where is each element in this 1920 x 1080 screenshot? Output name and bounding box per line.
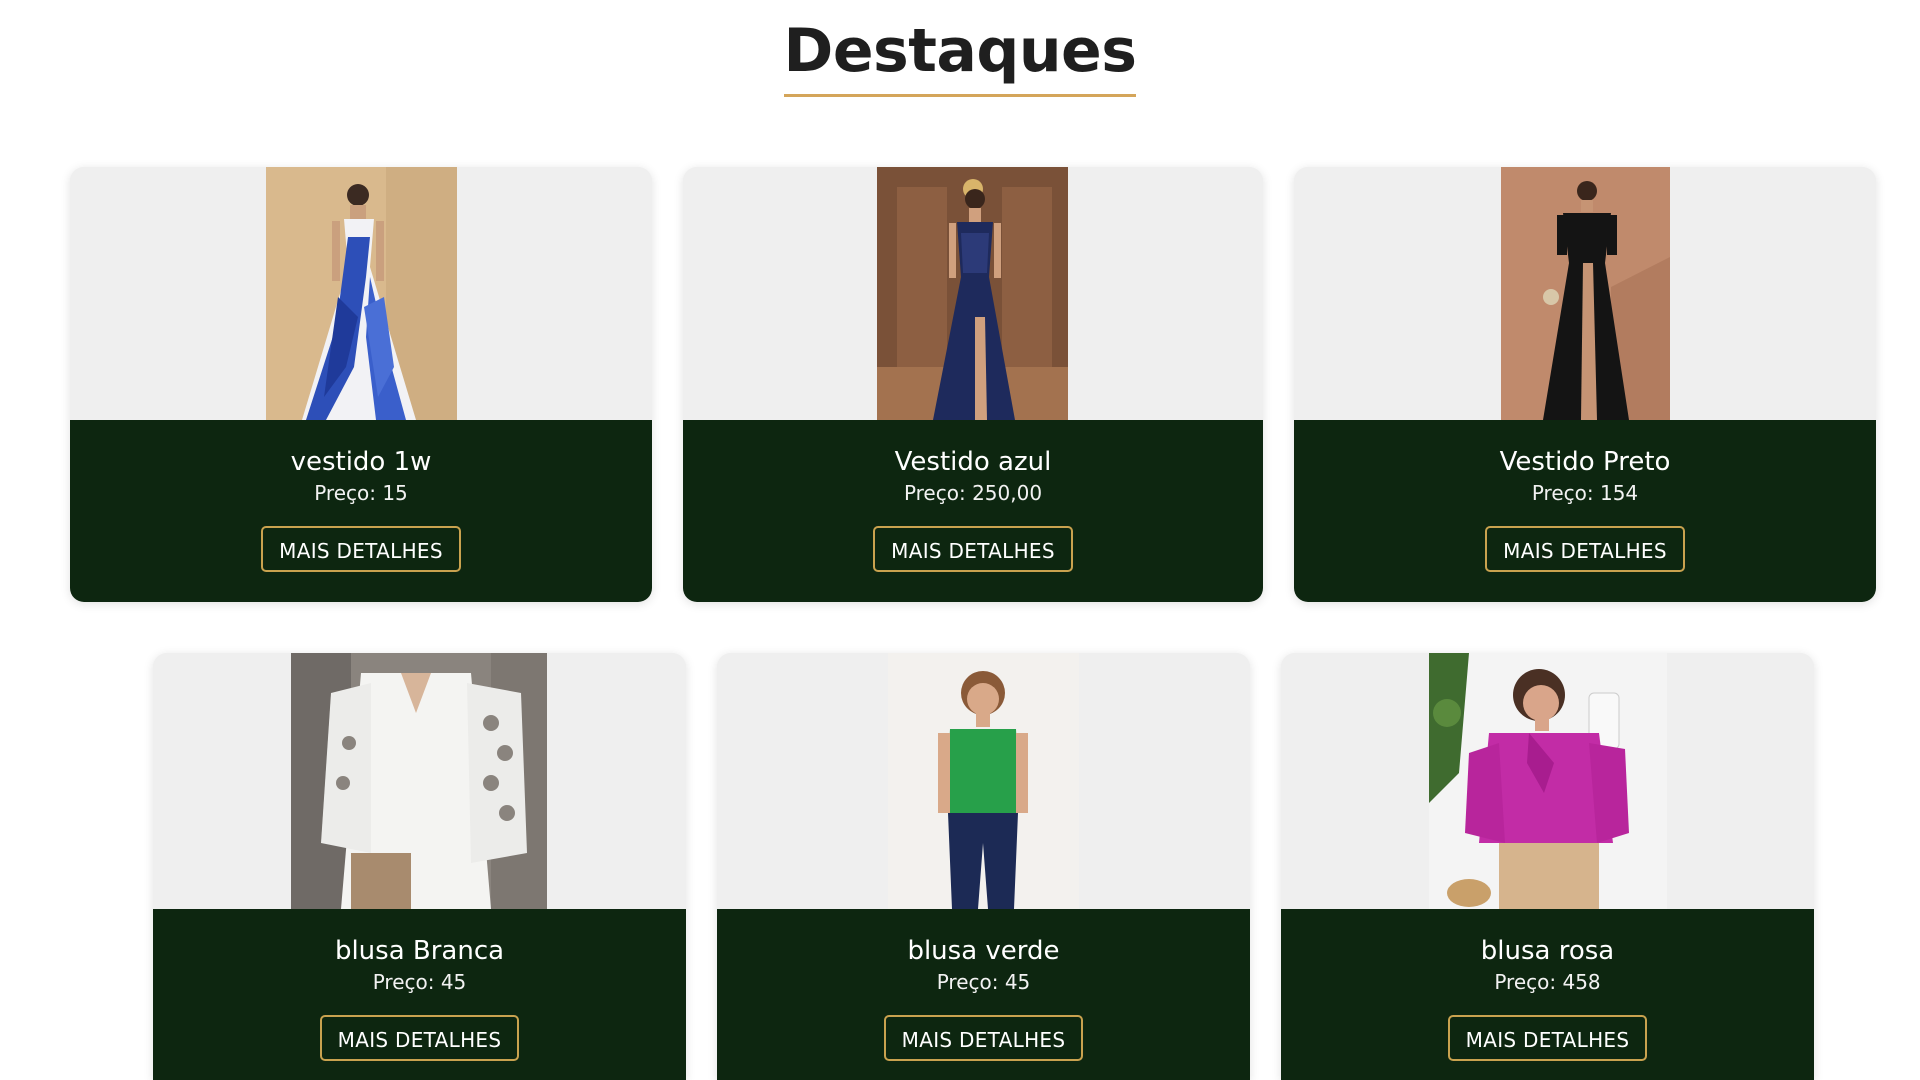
product-name: blusa Branca <box>334 936 505 966</box>
more-details-button[interactable]: MAIS DETALHES <box>1447 1015 1648 1061</box>
product-name: blusa verde <box>907 936 1060 966</box>
product-name: Vestido azul <box>894 447 1052 477</box>
product-name: Vestido Preto <box>1499 447 1671 477</box>
product-card[interactable]: vestido 1w Preço: 15 MAIS DETALHES <box>70 167 652 602</box>
product-info: Vestido Preto Preço: 154 MAIS DETALHES <box>1294 420 1876 602</box>
navy-evening-gown-photo[interactable] <box>877 167 1068 420</box>
section-header: Destaques <box>0 16 1920 97</box>
product-image-area <box>683 167 1263 420</box>
product-card[interactable]: Vestido azul Preço: 250,00 MAIS DETALHES <box>683 167 1263 602</box>
product-image-area <box>1294 167 1876 420</box>
more-details-button[interactable]: MAIS DETALHES <box>1485 526 1685 572</box>
product-info: Vestido azul Preço: 250,00 MAIS DETALHES <box>683 420 1263 602</box>
product-price: Preço: 458 <box>1494 970 1601 994</box>
blue-floral-maxi-dress-photo[interactable] <box>266 167 457 420</box>
product-info: vestido 1w Preço: 15 MAIS DETALHES <box>70 420 652 602</box>
magenta-bow-blouse-photo[interactable] <box>1429 653 1667 909</box>
section-title: Destaques <box>783 16 1137 97</box>
more-details-button[interactable]: MAIS DETALHES <box>319 1015 520 1061</box>
product-card[interactable]: blusa verde Preço: 45 MAIS DETALHES <box>717 653 1250 1080</box>
product-price: Preço: 250,00 <box>903 481 1043 505</box>
more-details-button[interactable]: MAIS DETALHES <box>873 526 1073 572</box>
product-card[interactable]: Vestido Preto Preço: 154 MAIS DETALHES <box>1294 167 1876 602</box>
product-card[interactable]: blusa Branca Preço: 45 MAIS DETALHES <box>153 653 686 1080</box>
product-image-area <box>1281 653 1814 909</box>
product-price: Preço: 45 <box>936 970 1031 994</box>
more-details-button[interactable]: MAIS DETALHES <box>261 526 461 572</box>
product-name: vestido 1w <box>290 447 432 477</box>
black-slit-dress-photo[interactable] <box>1501 167 1670 420</box>
product-image-area <box>717 653 1250 909</box>
white-lace-sleeve-blouse-photo[interactable] <box>291 653 547 909</box>
product-info: blusa verde Preço: 45 MAIS DETALHES <box>717 909 1250 1080</box>
product-info: blusa rosa Preço: 458 MAIS DETALHES <box>1281 909 1814 1080</box>
product-image-area <box>70 167 652 420</box>
product-price: Preço: 154 <box>1531 481 1639 505</box>
product-name: blusa rosa <box>1480 936 1615 966</box>
product-info: blusa Branca Preço: 45 MAIS DETALHES <box>153 909 686 1080</box>
product-card[interactable]: blusa rosa Preço: 458 MAIS DETALHES <box>1281 653 1814 1080</box>
product-price: Preço: 45 <box>372 970 467 994</box>
green-sleeveless-blouse-photo[interactable] <box>888 653 1079 909</box>
more-details-button[interactable]: MAIS DETALHES <box>883 1015 1084 1061</box>
highlights-page: Destaques vestido 1w Preço: 15 MAIS DETA… <box>0 0 1920 1080</box>
product-price: Preço: 15 <box>314 481 408 505</box>
product-image-area <box>153 653 686 909</box>
